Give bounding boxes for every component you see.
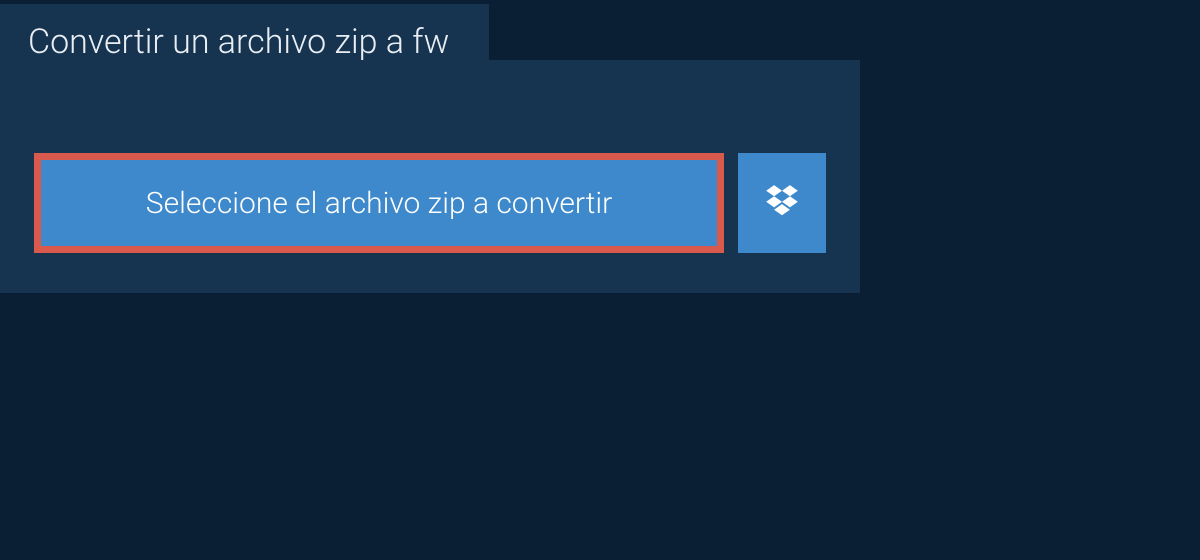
page-title: Convertir un archivo zip a fw [0,4,489,80]
dropbox-icon [763,182,801,224]
button-row: Seleccione el archivo zip a convertir [0,153,860,253]
dropbox-button[interactable] [738,153,826,253]
select-file-label: Seleccione el archivo zip a convertir [146,186,612,221]
select-file-button[interactable]: Seleccione el archivo zip a convertir [34,153,724,253]
converter-panel: Convertir un archivo zip a fw Seleccione… [0,60,860,293]
